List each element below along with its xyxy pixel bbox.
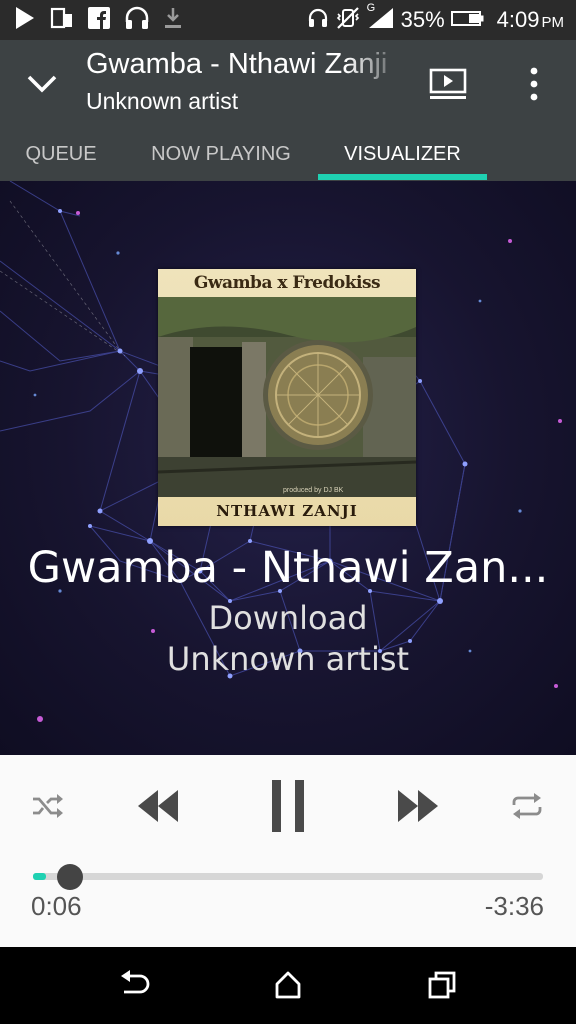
back-arrow-icon [121, 970, 150, 994]
repeat-button[interactable] [508, 789, 546, 823]
status-right-icons: G 35% 4:09 PM [307, 2, 564, 36]
seek-bar-progress [33, 873, 46, 880]
fast-forward-icon [398, 790, 438, 822]
pause-button[interactable] [266, 779, 310, 833]
nav-home-button[interactable] [266, 965, 310, 1005]
headset-icon [307, 7, 329, 33]
tab-now-playing[interactable]: NOW PLAYING [136, 128, 306, 181]
repeat-icon [512, 793, 542, 819]
battery-icon [450, 8, 485, 32]
shuffle-button[interactable] [30, 789, 66, 823]
home-icon [275, 971, 301, 999]
visualizer-panel: Gwamba x Fredokiss produced by DJ BK NTH… [0, 181, 576, 755]
header-song-title: Gwamba - Nthawi Zanji [86, 48, 388, 80]
seek-bar[interactable] [33, 873, 543, 880]
tab-queue[interactable]: QUEUE [14, 128, 108, 181]
network-type-label: G [366, 2, 376, 14]
headphones-icon [124, 6, 150, 34]
album-art-photo: produced by DJ BK [158, 297, 416, 497]
active-tab-indicator [318, 174, 487, 180]
video-button[interactable] [428, 64, 468, 104]
header-artist: Unknown artist [86, 88, 239, 114]
visualizer-song-title: Gwamba - Nthawi Zan... [27, 543, 549, 593]
clock-time: 4:09 [496, 7, 540, 32]
vibrate-mute-icon [335, 6, 361, 34]
elapsed-time: 0:06 [31, 891, 82, 921]
download-icon [164, 6, 182, 34]
signal-icon: G [367, 2, 395, 34]
album-art-top-text: Gwamba x Fredokiss [193, 273, 381, 293]
pause-icon [272, 780, 304, 832]
now-playing-header: Gwamba - Nthawi Zanji Unknown artist [0, 40, 576, 128]
recent-apps-icon [428, 971, 456, 999]
playback-controls: 0:06 -3:36 [0, 755, 576, 947]
facebook-icon [88, 7, 110, 33]
app-root: G 35% 4:09 PM Gwamba - Nthawi Zanji Unkno… [0, 0, 576, 1024]
status-bar: G 35% 4:09 PM [0, 0, 576, 40]
album-art: Gwamba x Fredokiss produced by DJ BK NTH… [158, 269, 416, 526]
tab-bar: QUEUE NOW PLAYING VISUALIZER [0, 128, 576, 181]
battery-percent: 35% [400, 7, 445, 32]
previous-button[interactable] [134, 785, 182, 827]
remaining-time: -3:36 [484, 891, 544, 921]
status-left-icons [14, 6, 182, 34]
collapse-button[interactable] [22, 64, 62, 104]
shuffle-icon [33, 794, 63, 818]
album-art-bottom-text: NTHAWI ZANJI [216, 502, 358, 520]
nav-recents-button[interactable] [420, 965, 464, 1005]
album-art-credit: produced by DJ BK [283, 487, 344, 494]
clock: 4:09 PM [497, 7, 564, 33]
video-player-icon [429, 68, 467, 99]
seek-bar-thumb[interactable] [57, 864, 83, 890]
tablet-icon [50, 6, 74, 34]
chevron-down-icon [27, 75, 57, 93]
next-button[interactable] [394, 785, 442, 827]
visualizer-album: Download [208, 599, 368, 637]
play-store-icon [14, 6, 36, 34]
more-vert-icon [530, 67, 538, 101]
navigation-bar [0, 947, 576, 1024]
nav-back-button[interactable] [112, 965, 156, 1005]
rewind-icon [138, 790, 178, 822]
clock-ampm: PM [541, 14, 565, 31]
overflow-menu-button[interactable] [516, 62, 552, 106]
visualizer-artist: Unknown artist [166, 640, 410, 678]
